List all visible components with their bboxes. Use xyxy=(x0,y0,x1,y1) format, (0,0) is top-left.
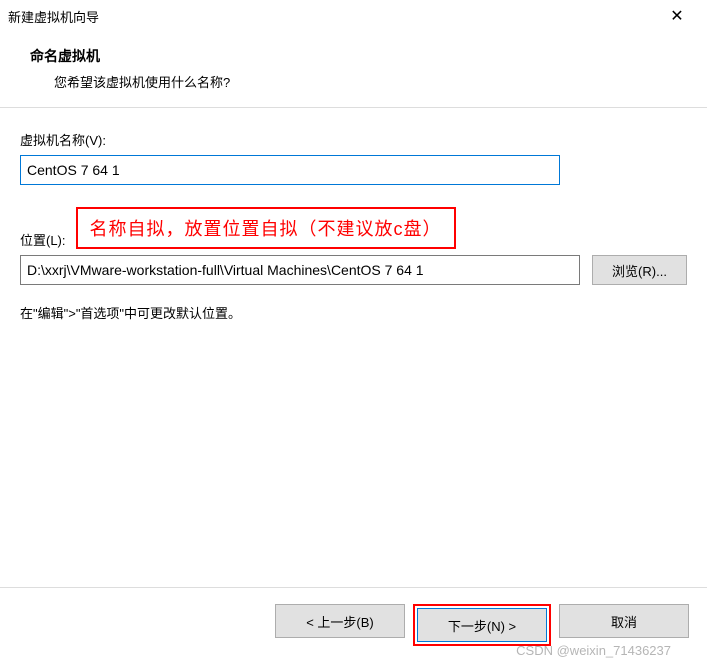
next-button[interactable]: 下一步(N) > xyxy=(417,608,547,642)
wizard-footer: < 上一步(B) 下一步(N) > 取消 xyxy=(0,587,707,664)
vm-name-input[interactable] xyxy=(20,155,560,185)
cancel-button[interactable]: 取消 xyxy=(559,604,689,638)
wizard-content: 虚拟机名称(V): 位置(L): 名称自拟，放置位置自拟（不建议放c盘） 浏览(… xyxy=(0,108,707,342)
wizard-header: 命名虚拟机 您希望该虚拟机使用什么名称? xyxy=(0,32,707,108)
annotation-box: 名称自拟，放置位置自拟（不建议放c盘） xyxy=(76,207,456,249)
location-input[interactable] xyxy=(20,255,580,285)
window-title: 新建虚拟机向导 xyxy=(8,7,99,26)
close-icon[interactable]: ✕ xyxy=(659,4,695,28)
vm-name-label: 虚拟机名称(V): xyxy=(20,130,687,149)
next-button-highlight: 下一步(N) > xyxy=(413,604,551,646)
page-subtitle: 您希望该虚拟机使用什么名称? xyxy=(54,72,707,91)
titlebar: 新建虚拟机向导 ✕ xyxy=(0,0,707,32)
location-label: 位置(L): xyxy=(20,230,66,249)
page-title: 命名虚拟机 xyxy=(30,46,707,66)
default-location-hint: 在"编辑">"首选项"中可更改默认位置。 xyxy=(20,303,687,322)
back-button[interactable]: < 上一步(B) xyxy=(275,604,405,638)
browse-button[interactable]: 浏览(R)... xyxy=(592,255,687,285)
